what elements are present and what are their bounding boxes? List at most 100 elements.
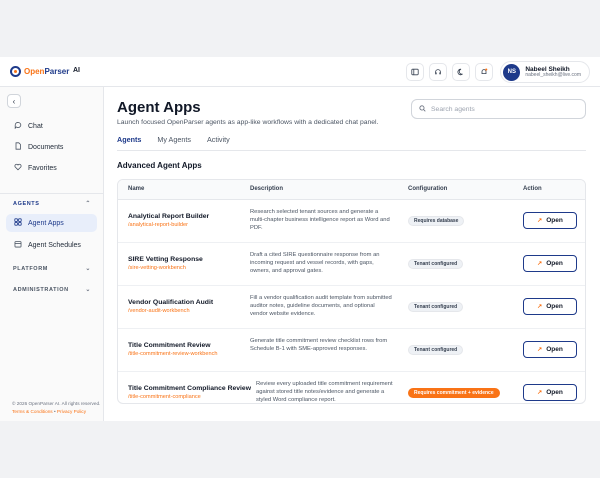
open-button[interactable]: ↗ Open — [523, 255, 577, 272]
tab-agents[interactable]: Agents — [117, 135, 142, 151]
external-link-icon: ↗ — [537, 347, 543, 353]
external-link-icon: ↗ — [537, 261, 543, 267]
sidebar-section-agents[interactable]: AGENTS ⌃ — [13, 200, 91, 208]
header-actions: NS Nabeel Sheikh nabeel_sheikh@live.com — [406, 61, 590, 83]
sidebar-item-documents[interactable]: Documents — [6, 138, 97, 156]
sidebar-collapse-button[interactable]: ‹ — [7, 94, 21, 108]
chevron-left-icon: ‹ — [12, 96, 16, 106]
agent-path[interactable]: /vendor-audit-workbench — [128, 308, 190, 314]
column-header-description: Description — [250, 186, 284, 192]
external-link-icon: ↗ — [537, 218, 543, 224]
tab-activity[interactable]: Activity — [207, 135, 230, 151]
legal-links: Terms & Conditions • Privacy Policy — [12, 409, 86, 414]
headset-icon[interactable] — [429, 63, 448, 81]
document-icon — [13, 142, 22, 152]
app-window: Open Parser AI NS Nabeel Sheikh nabeel_s… — [0, 57, 600, 421]
open-button-label: Open — [546, 260, 563, 267]
heart-icon — [13, 163, 22, 173]
chat-icon — [13, 121, 22, 131]
tab-my-agents[interactable]: My Agents — [157, 135, 191, 151]
user-info: Nabeel Sheikh nabeel_sheikh@live.com — [525, 66, 581, 79]
top-bar: Open Parser AI NS Nabeel Sheikh nabeel_s… — [0, 57, 600, 87]
config-badge: Tenant configured — [408, 345, 464, 355]
agent-name: SIRE Vetting Response — [128, 256, 203, 263]
tab-bar: Agents My Agents Activity — [117, 135, 230, 151]
page-subtitle: Launch focused OpenParser agents as app-… — [117, 119, 379, 126]
search-icon — [419, 104, 426, 114]
chevron-up-icon: ⌃ — [85, 201, 91, 207]
config-badge: Requires database — [408, 216, 465, 226]
agent-name: Title Commitment Review — [128, 342, 211, 349]
sidebar-item-agent-schedules[interactable]: Agent Schedules — [6, 236, 97, 254]
column-header-action: Action — [523, 186, 542, 192]
table-header: Name Description Configuration Action — [118, 180, 585, 200]
sidebar: ‹ Chat Documents Favorites AGENTS ⌃ Agen… — [0, 87, 104, 421]
open-button[interactable]: ↗ Open — [523, 384, 577, 401]
sidebar-item-chat[interactable]: Chat — [6, 117, 97, 135]
avatar: NS — [503, 63, 521, 81]
open-button[interactable]: ↗ Open — [523, 341, 577, 358]
logo-icon — [10, 66, 21, 77]
column-header-name: Name — [128, 186, 145, 192]
sidebar-item-agent-apps[interactable]: Agent Apps — [6, 214, 97, 232]
agent-description: Fill a vendor qualification audit templa… — [250, 295, 392, 318]
column-header-configuration: Configuration — [408, 186, 448, 192]
table-row: Title Commitment Compliance Review /titl… — [118, 372, 585, 404]
open-button[interactable]: ↗ Open — [523, 212, 577, 229]
sidebar-item-label: Chat — [28, 122, 43, 130]
apps-icon — [13, 218, 22, 228]
search-box[interactable] — [411, 99, 586, 119]
user-email: nabeel_sheikh@live.com — [525, 71, 581, 78]
open-button-label: Open — [546, 217, 563, 224]
agent-description: Draft a cited SIRE questionnaire respons… — [250, 252, 380, 275]
config-badge: Tenant configured — [408, 302, 464, 312]
sidebar-section-platform[interactable]: PLATFORM ⌄ — [13, 265, 91, 273]
agent-description: Generate title commitment review checkli… — [250, 338, 388, 353]
logo[interactable]: Open Parser — [10, 66, 69, 77]
agent-name: Vendor Qualification Audit — [128, 299, 214, 306]
open-button-label: Open — [546, 346, 563, 353]
table-row: SIRE Vetting Response /sire-vetting-work… — [118, 243, 585, 286]
panel-icon[interactable] — [406, 63, 425, 81]
agent-description: Research selected tenant sources and gen… — [250, 209, 390, 232]
sidebar-item-label: Documents — [28, 143, 64, 151]
agent-apps-table: Name Description Configuration Action An… — [117, 179, 586, 404]
sidebar-divider — [0, 193, 104, 194]
user-menu[interactable]: NS Nabeel Sheikh nabeel_sheikh@live.com — [500, 61, 590, 83]
table-row: Vendor Qualification Audit /vendor-audit… — [118, 286, 585, 329]
notification-icon[interactable] — [475, 63, 494, 81]
legal-separator: • — [53, 409, 56, 414]
agent-description: Review every uploaded title commitment r… — [256, 381, 393, 404]
agent-path[interactable]: /analytical-report-builder — [128, 222, 188, 228]
calendar-icon — [13, 240, 22, 250]
agent-name: Title Commitment Compliance Review — [128, 385, 252, 392]
section-label-platform: PLATFORM — [13, 265, 48, 272]
logo-text-parser: Parser — [44, 67, 70, 76]
page-title: Agent Apps — [117, 99, 201, 116]
sidebar-item-label: Favorites — [28, 164, 57, 172]
search-input[interactable] — [431, 105, 576, 113]
privacy-link[interactable]: Privacy Policy — [57, 409, 86, 414]
sidebar-section-administration[interactable]: ADMINISTRATION ⌄ — [13, 286, 91, 294]
sidebar-item-favorites[interactable]: Favorites — [6, 159, 97, 177]
external-link-icon: ↗ — [537, 304, 543, 310]
tabs-divider — [117, 150, 586, 151]
config-badge: Tenant configured — [408, 259, 464, 269]
logo-ai-label: AI — [73, 67, 80, 74]
agent-path[interactable]: /title-commitment-review-workbench — [128, 351, 218, 357]
section-title: Advanced Agent Apps — [117, 161, 202, 170]
copyright-text: © 2026 OpenParser AI. All rights reserve… — [12, 401, 101, 406]
chevron-down-icon: ⌄ — [85, 287, 91, 293]
agent-path[interactable]: /title-commitment-compliance — [128, 394, 201, 400]
section-label-administration: ADMINISTRATION — [13, 286, 69, 293]
open-button-label: Open — [546, 389, 563, 396]
moon-icon[interactable] — [452, 63, 471, 81]
agent-path[interactable]: /sire-vetting-workbench — [128, 265, 186, 271]
terms-link[interactable]: Terms & Conditions — [12, 409, 53, 414]
agent-name: Analytical Report Builder — [128, 213, 210, 220]
sidebar-item-label: Agent Schedules — [28, 241, 81, 249]
open-button[interactable]: ↗ Open — [523, 298, 577, 315]
chevron-down-icon: ⌄ — [85, 266, 91, 272]
config-badge: Requires commitment + evidence — [408, 388, 500, 398]
table-row: Title Commitment Review /title-commitmen… — [118, 329, 585, 372]
